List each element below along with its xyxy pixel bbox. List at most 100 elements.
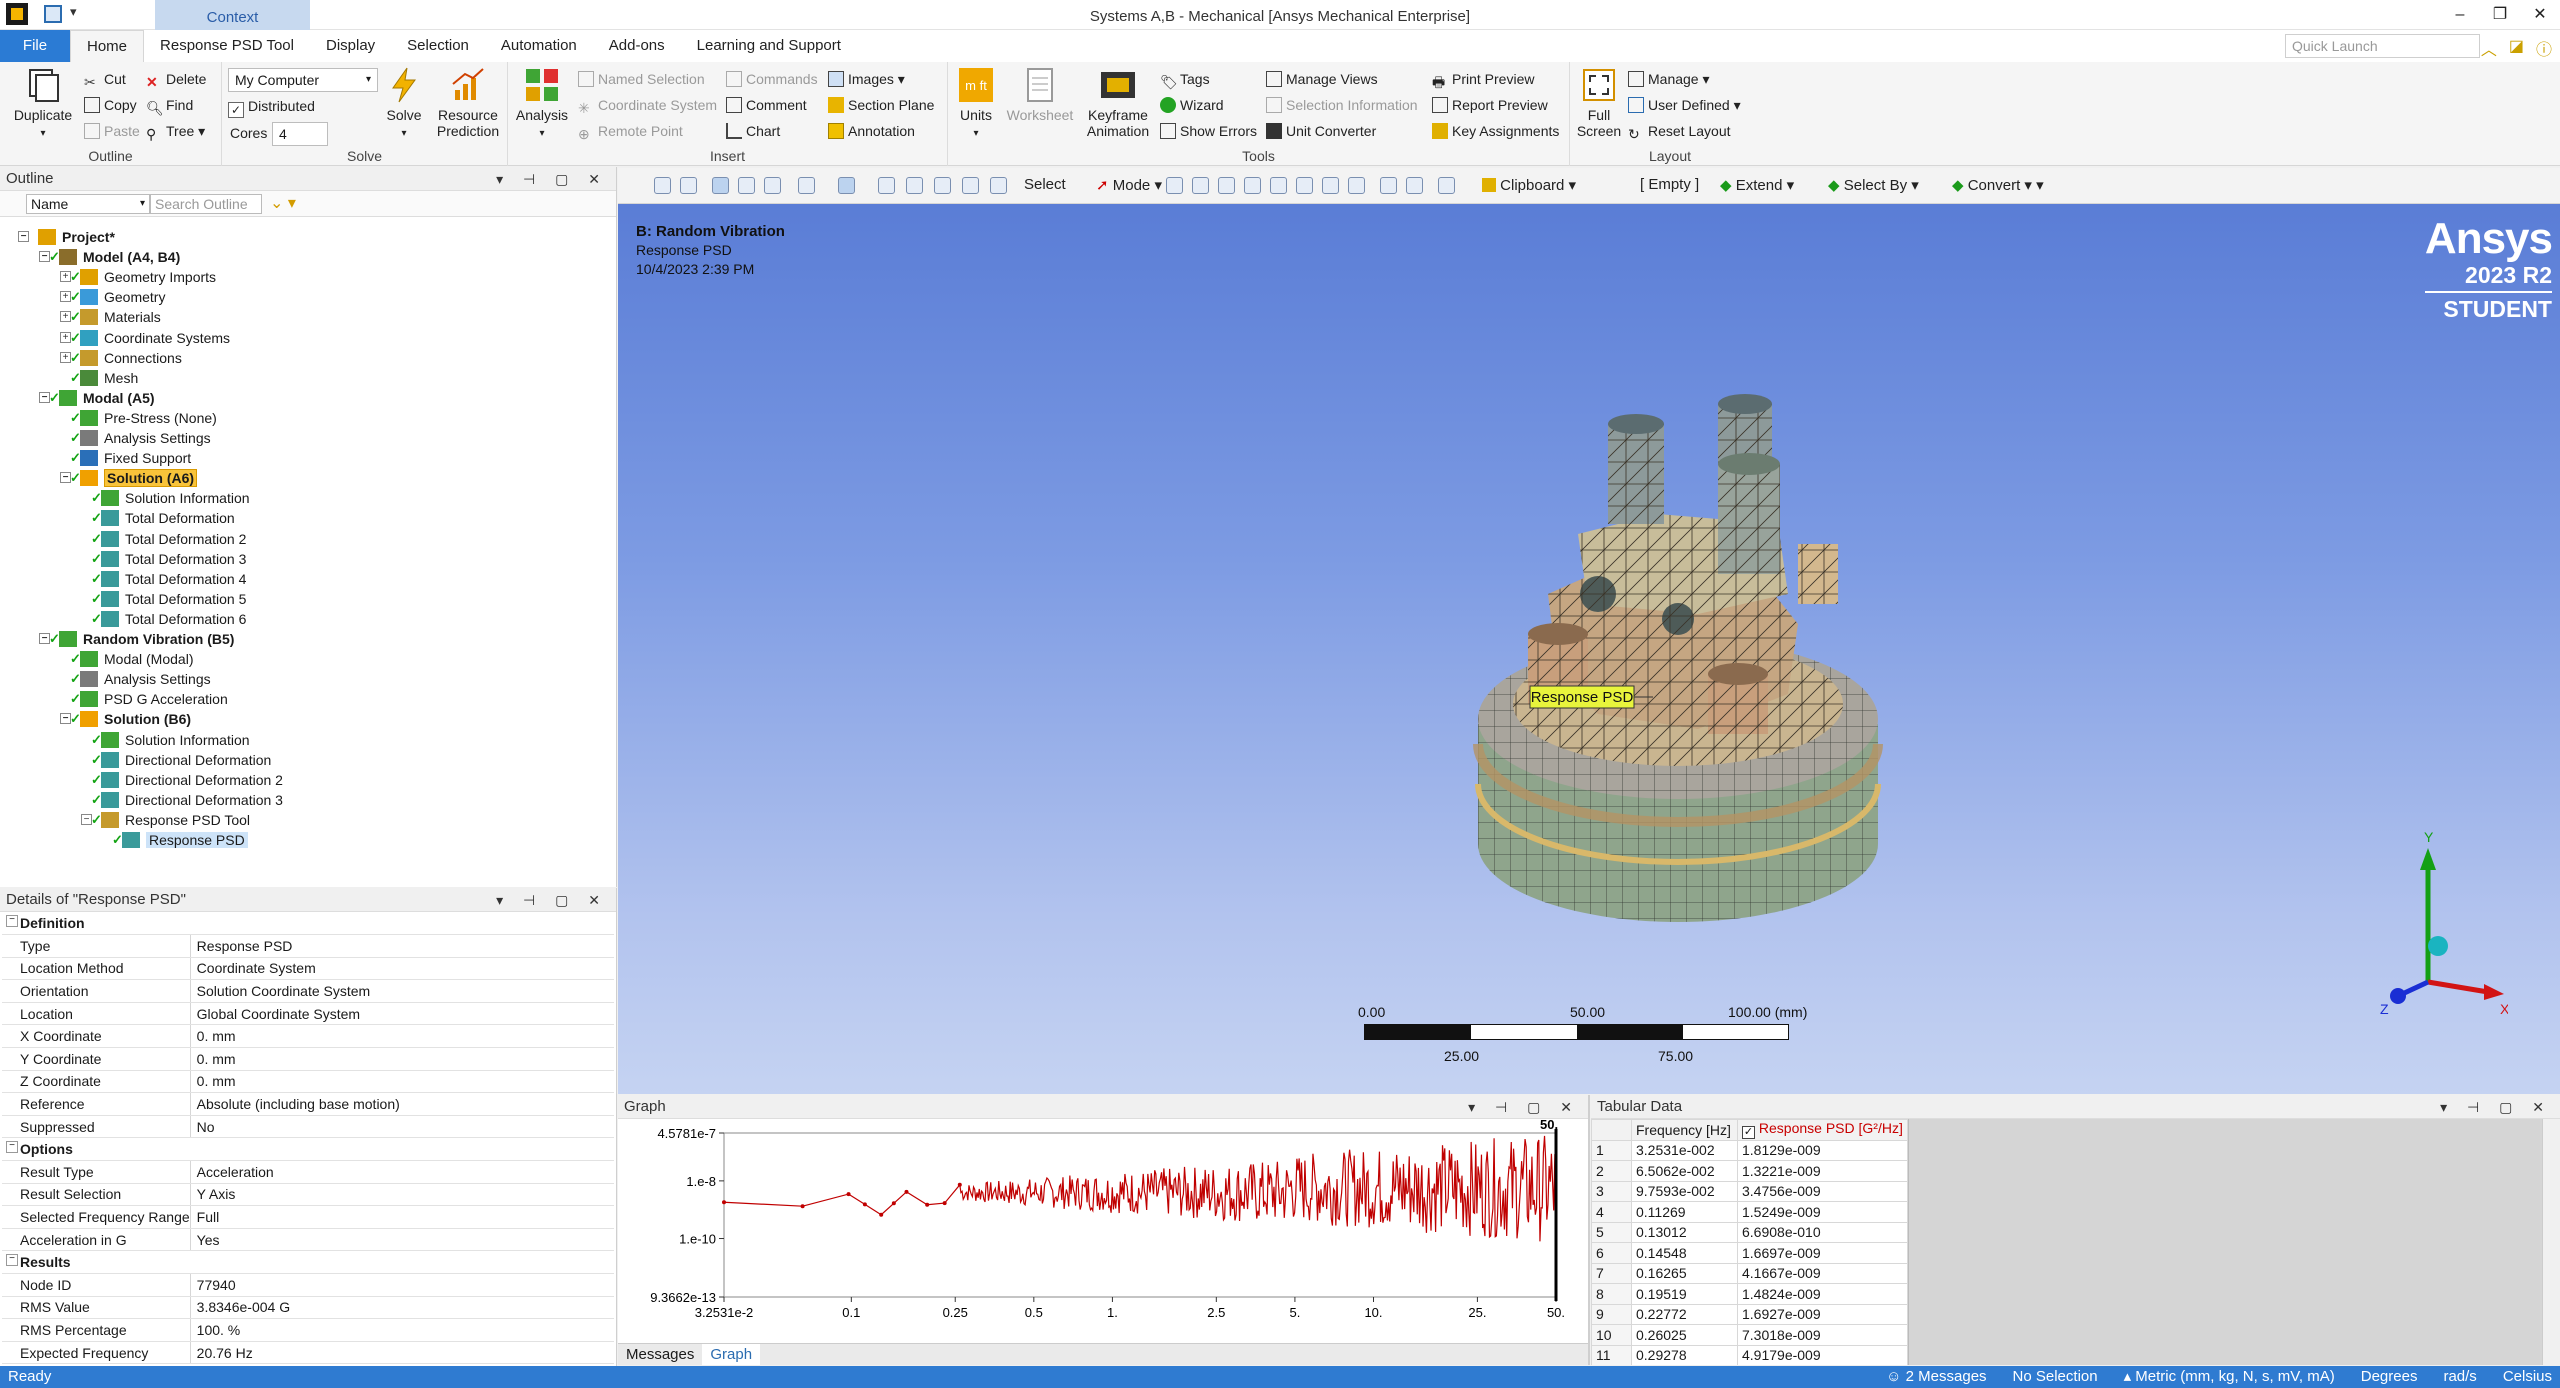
zoom-in-icon[interactable]: [654, 177, 671, 194]
paste-button[interactable]: Paste: [84, 120, 140, 142]
quick-launch-input[interactable]: Quick Launch: [2285, 34, 2480, 58]
table-row[interactable]: 2 6.5062e-002 1.3221e-009: [1591, 1160, 1908, 1182]
collapse-icon[interactable]: −: [18, 231, 29, 242]
details-row[interactable]: Reference Absolute (including base motion…: [2, 1092, 614, 1116]
details-section[interactable]: Options: [2, 1137, 614, 1162]
details-row[interactable]: Location Method Coordinate System: [2, 957, 614, 981]
named-selection-button[interactable]: Named Selection: [578, 68, 705, 90]
duplicate-button[interactable]: Duplicate ▾: [10, 66, 76, 142]
magnifier-icon[interactable]: [990, 177, 1007, 194]
table-row[interactable]: 6 0.14548 1.6697e-009: [1591, 1242, 1908, 1264]
details-row[interactable]: RMS Value 3.8346e-004 G: [2, 1296, 614, 1320]
selection-information-button[interactable]: Selection Information: [1266, 94, 1418, 116]
details-row[interactable]: Acceleration in G Yes: [2, 1228, 614, 1252]
details-value[interactable]: Response PSD: [190, 934, 614, 958]
details-value[interactable]: Y Axis: [190, 1183, 614, 1207]
table-row[interactable]: 9 0.22772 1.6927e-009: [1591, 1303, 1908, 1325]
select-all-icon[interactable]: [1380, 177, 1397, 194]
tree-node[interactable]: ✓ Directional Deformation 2: [91, 770, 283, 790]
details-value[interactable]: Yes: [190, 1228, 614, 1252]
mode-button[interactable]: ➚ Mode ▾: [1096, 176, 1162, 194]
details-row[interactable]: Z Coordinate 0. mm: [2, 1070, 614, 1094]
pane-controls[interactable]: ▾ ⊣ ▢ ✕: [496, 167, 608, 191]
tree-node[interactable]: ✓ Response PSD: [112, 830, 248, 850]
coordinate-system-button[interactable]: ✳ Coordinate System: [578, 94, 717, 116]
user-defined-button[interactable]: User Defined ▾: [1628, 94, 1741, 116]
cut-button[interactable]: ✂ Cut: [84, 68, 126, 90]
select-annotation-icon[interactable]: [1406, 177, 1423, 194]
table-row[interactable]: 3 9.7593e-002 3.4756e-009: [1591, 1180, 1908, 1202]
clipboard-button[interactable]: Clipboard ▾: [1482, 176, 1576, 194]
table-row[interactable]: 1 3.2531e-002 1.8129e-009: [1591, 1139, 1908, 1161]
print-preview-button[interactable]: 🖶︎ Print Preview: [1432, 68, 1534, 90]
reset-layout-button[interactable]: ↻ Reset Layout: [1628, 120, 1731, 142]
tab-response-psd-tool[interactable]: Response PSD Tool: [144, 30, 310, 62]
view-wire-icon[interactable]: [738, 177, 755, 194]
minimize-icon[interactable]: –: [2440, 0, 2480, 30]
select-node-icon[interactable]: [1270, 177, 1287, 194]
details-value[interactable]: No: [190, 1115, 614, 1139]
mesh-model[interactable]: Response PSD: [1318, 374, 1918, 934]
solve-target-select[interactable]: My Computer ▾: [228, 68, 378, 92]
status-angle-units[interactable]: Degrees: [2361, 1366, 2418, 1388]
report-preview-button[interactable]: Report Preview: [1432, 94, 1548, 116]
resource-prediction-button[interactable]: Resource Prediction: [432, 66, 504, 139]
pane-controls[interactable]: ▾ ⊣ ▢ ✕: [496, 888, 608, 912]
worksheet-button[interactable]: Worksheet: [1004, 66, 1076, 123]
details-value[interactable]: 0. mm: [190, 1047, 614, 1071]
pane-controls[interactable]: ▾ ⊣ ▢ ✕: [1468, 1095, 1580, 1119]
pan-icon[interactable]: [878, 177, 895, 194]
details-section[interactable]: Definition: [2, 912, 614, 936]
details-row[interactable]: Type Response PSD: [2, 934, 614, 958]
select-body-icon[interactable]: [1244, 177, 1261, 194]
select-mesh-icon[interactable]: [1348, 177, 1365, 194]
comment-button[interactable]: Comment: [726, 94, 807, 116]
details-row[interactable]: Y Coordinate 0. mm: [2, 1047, 614, 1071]
tab-file[interactable]: File: [0, 30, 70, 62]
unit-converter-button[interactable]: Unit Converter: [1266, 120, 1376, 142]
table-row[interactable]: 4 0.11269 1.5249e-009: [1591, 1201, 1908, 1223]
outline-filter-select[interactable]: Name ▾: [26, 194, 150, 214]
select-button[interactable]: Select: [1024, 176, 1066, 193]
details-section[interactable]: Results: [2, 1250, 614, 1274]
details-value[interactable]: Absolute (including base motion): [190, 1092, 614, 1116]
tree-node[interactable]: ✓ Total Deformation 6: [91, 609, 246, 629]
details-row[interactable]: Result Type Acceleration: [2, 1160, 614, 1184]
tree-node[interactable]: + ✓ Geometry: [60, 287, 165, 307]
select-edge-icon[interactable]: [1192, 177, 1209, 194]
tree-node[interactable]: − ✓ Response PSD Tool: [81, 810, 250, 830]
analysis-button[interactable]: Analysis ▾: [514, 66, 570, 142]
annotation-button[interactable]: Annotation: [828, 120, 915, 142]
status-rate-units[interactable]: rad/s: [2443, 1366, 2476, 1388]
status-messages[interactable]: ☺ 2 Messages: [1886, 1366, 1986, 1388]
chart-button[interactable]: Chart: [726, 120, 780, 142]
tab-learning-support[interactable]: Learning and Support: [681, 30, 857, 62]
table-row[interactable]: 7 0.16265 4.1667e-009: [1591, 1262, 1908, 1284]
tab-add-ons[interactable]: Add-ons: [593, 30, 681, 62]
manage-views-button[interactable]: Manage Views: [1266, 68, 1378, 90]
coordinate-triad[interactable]: Y X Z: [2358, 824, 2508, 1024]
zoom-icon[interactable]: [906, 177, 923, 194]
distributed-checkbox[interactable]: ✓ Distributed: [228, 95, 315, 118]
tree-node[interactable]: + ✓ Connections: [60, 348, 182, 368]
tree-node[interactable]: − ✓ Random Vibration (B5): [39, 629, 234, 649]
tree-node[interactable]: ✓ Modal (Modal): [70, 649, 193, 669]
details-value[interactable]: 100. %: [190, 1318, 614, 1342]
search-outline-input[interactable]: Search Outline: [150, 194, 262, 214]
copy-button[interactable]: Copy: [84, 94, 137, 116]
tab-selection[interactable]: Selection: [391, 30, 485, 62]
commands-button[interactable]: Commands: [726, 68, 818, 90]
table-row[interactable]: 5 0.13012 6.6908e-010: [1591, 1221, 1908, 1243]
zoom-out-icon[interactable]: [680, 177, 697, 194]
psd-column-header[interactable]: ✓ Response PSD [G²/Hz]: [1737, 1119, 1908, 1141]
section-view-icon[interactable]: [798, 177, 815, 194]
details-row[interactable]: Location Global Coordinate System: [2, 1002, 614, 1026]
tree-node[interactable]: + ✓ Coordinate Systems: [60, 328, 230, 348]
tree-node[interactable]: ✓ Solution Information: [91, 730, 250, 750]
extend-button[interactable]: ◆ Extend ▾: [1720, 176, 1794, 194]
select-vertex-icon[interactable]: [1166, 177, 1183, 194]
tabular-scrollbar[interactable]: [2542, 1119, 2560, 1365]
remote-point-button[interactable]: ⊕ Remote Point: [578, 120, 683, 142]
checkbox-checked-icon[interactable]: ✓: [1742, 1126, 1755, 1140]
tree-node[interactable]: + ✓ Materials: [60, 307, 161, 327]
